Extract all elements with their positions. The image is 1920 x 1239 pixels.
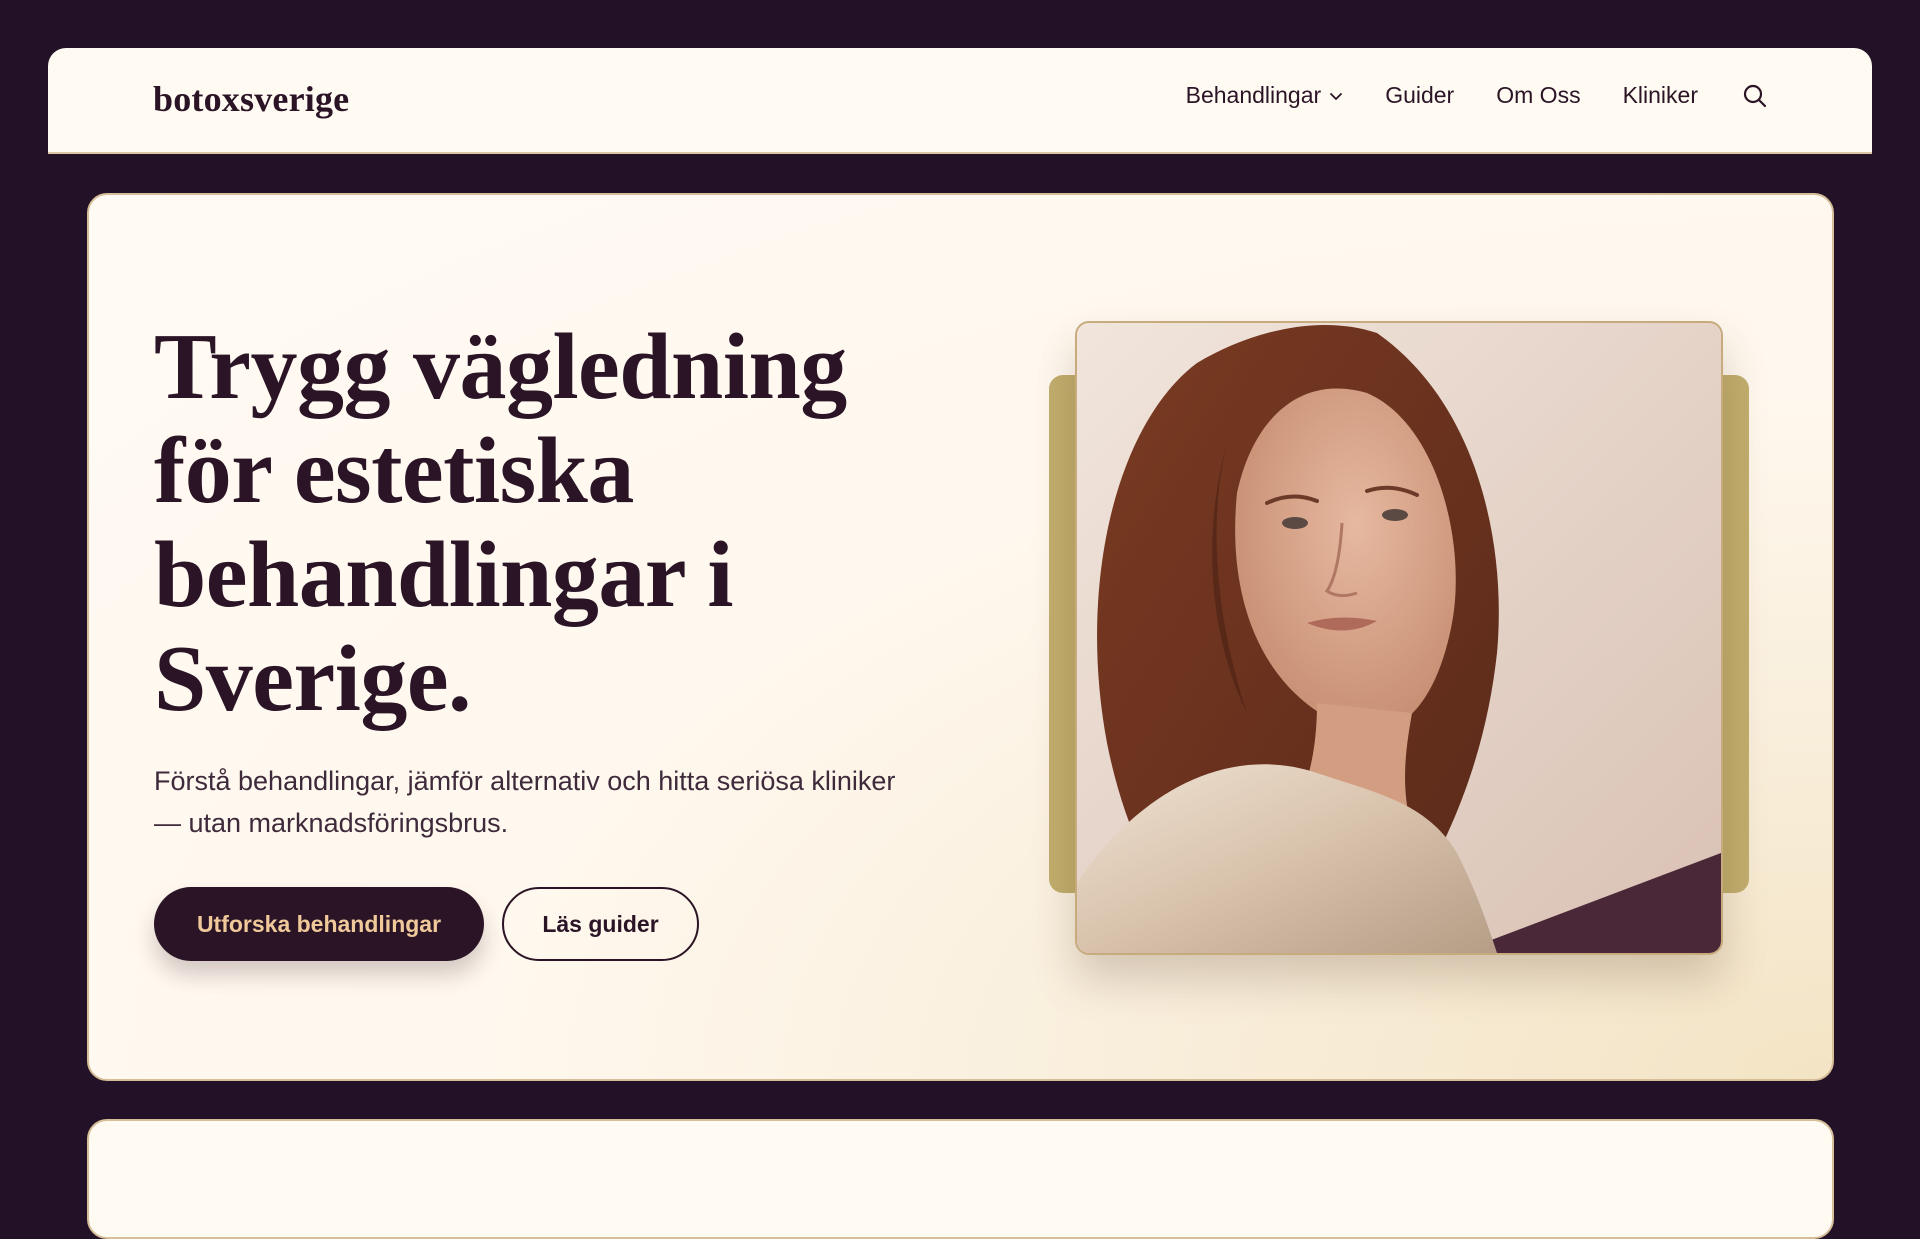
read-guides-button[interactable]: Läs guider	[502, 887, 699, 961]
nav-item-om-oss[interactable]: Om Oss	[1496, 82, 1580, 109]
site-logo[interactable]: botoxsverige	[153, 78, 349, 120]
main-nav: Behandlingar Guider Om Oss Kliniker	[1186, 82, 1768, 109]
hero-subtitle: Förstå behandlingar, jämför alternativ o…	[154, 766, 896, 838]
nav-item-label: Kliniker	[1622, 82, 1698, 108]
nav-item-label: Guider	[1385, 82, 1455, 108]
hero-section: Trygg vägledning för estetiska behandlin…	[87, 193, 1834, 1081]
nav-item-behandlingar[interactable]: Behandlingar	[1186, 82, 1344, 109]
explore-treatments-button[interactable]: Utforska behandlingar	[154, 887, 484, 961]
site-header: botoxsverige Behandlingar Guider Om Oss …	[48, 48, 1872, 154]
chevron-down-icon	[1329, 89, 1343, 103]
hero-portrait-image	[1075, 321, 1723, 955]
portrait-illustration	[1077, 323, 1721, 953]
nav-item-guider[interactable]: Guider	[1385, 82, 1454, 109]
nav-item-label: Behandlingar	[1185, 82, 1322, 108]
next-section	[87, 1119, 1834, 1239]
search-icon[interactable]	[1742, 83, 1768, 109]
nav-item-label: Om Oss	[1496, 82, 1581, 108]
hero-title: Trygg vägledning för estetiska behandlin…	[154, 315, 847, 731]
nav-item-kliniker[interactable]: Kliniker	[1623, 82, 1698, 109]
